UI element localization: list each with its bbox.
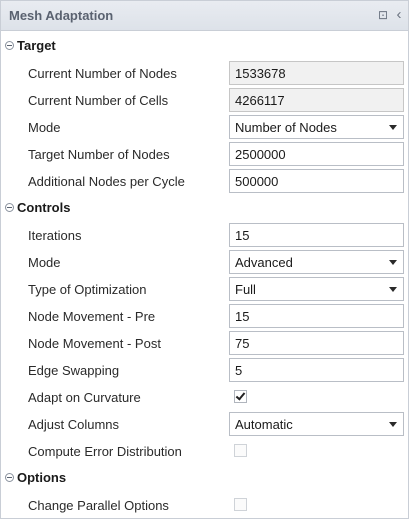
section-label: Controls <box>17 200 71 215</box>
dropdown-arrow-icon[interactable] <box>389 125 397 130</box>
row-additional-nodes: Additional Nodes per Cycle 500000 <box>1 168 408 195</box>
row-target-mode: Mode Number of Nodes <box>1 114 408 141</box>
row-node-movement-pre: Node Movement - Pre 15 <box>1 303 408 330</box>
field-label: Adjust Columns <box>28 417 120 432</box>
field-label: Node Movement - Post <box>28 336 161 351</box>
node-movement-pre-input[interactable]: 15 <box>229 304 404 328</box>
compute-error-checkbox[interactable] <box>234 444 247 457</box>
select-value: Advanced <box>235 255 293 270</box>
mesh-adaptation-panel: Mesh Adaptation ⊡ ‹ Target Current Numbe… <box>0 0 409 519</box>
row-current-cells: Current Number of Cells 4266117 <box>1 87 408 114</box>
field-label: Target Number of Nodes <box>28 147 170 162</box>
field-label: Iterations <box>28 228 82 243</box>
dropdown-arrow-icon[interactable] <box>389 260 397 265</box>
field-label: Mode <box>28 120 61 135</box>
adapt-curvature-checkbox[interactable] <box>234 390 247 403</box>
current-nodes-field: 1533678 <box>229 61 404 85</box>
row-edge-swapping: Edge Swapping 5 <box>1 357 408 384</box>
chevron-left-icon[interactable]: ‹ <box>392 7 406 22</box>
section-target[interactable]: Target <box>1 34 408 58</box>
field-label: Current Number of Nodes <box>28 66 177 81</box>
row-target-nodes: Target Number of Nodes 2500000 <box>1 141 408 168</box>
additional-nodes-input[interactable]: 500000 <box>229 169 404 193</box>
collapse-minus-icon[interactable] <box>5 203 14 212</box>
pin-icon[interactable]: ⊡ <box>376 8 390 22</box>
select-value: Automatic <box>235 417 293 432</box>
dropdown-arrow-icon[interactable] <box>389 422 397 427</box>
optimization-select[interactable]: Full <box>229 277 404 301</box>
panel-titlebar: Mesh Adaptation ⊡ ‹ <box>1 1 408 31</box>
field-label: Change Parallel Options <box>28 498 169 513</box>
section-options[interactable]: Options <box>1 466 408 490</box>
row-current-nodes: Current Number of Nodes 1533678 <box>1 60 408 87</box>
collapse-minus-icon[interactable] <box>5 41 14 50</box>
target-mode-select[interactable]: Number of Nodes <box>229 115 404 139</box>
controls-mode-select[interactable]: Advanced <box>229 250 404 274</box>
field-label: Additional Nodes per Cycle <box>28 174 185 189</box>
row-adjust-columns: Adjust Columns Automatic <box>1 411 408 438</box>
section-label: Target <box>17 38 56 53</box>
row-controls-mode: Mode Advanced <box>1 249 408 276</box>
parallel-options-checkbox[interactable] <box>234 498 247 511</box>
edge-swapping-input[interactable]: 5 <box>229 358 404 382</box>
field-label: Type of Optimization <box>28 282 147 297</box>
field-label: Edge Swapping <box>28 363 120 378</box>
collapse-minus-icon[interactable] <box>5 473 14 482</box>
field-label: Node Movement - Pre <box>28 309 156 324</box>
row-node-movement-post: Node Movement - Post 75 <box>1 330 408 357</box>
node-movement-post-input[interactable]: 75 <box>229 331 404 355</box>
current-cells-field: 4266117 <box>229 88 404 112</box>
field-label: Current Number of Cells <box>28 93 169 108</box>
iterations-input[interactable]: 15 <box>229 223 404 247</box>
dropdown-arrow-icon[interactable] <box>389 287 397 292</box>
field-label: Adapt on Curvature <box>28 390 141 405</box>
row-optimization: Type of Optimization Full <box>1 276 408 303</box>
checkmark-icon <box>235 390 246 401</box>
target-nodes-input[interactable]: 2500000 <box>229 142 404 166</box>
field-label: Mode <box>28 255 61 270</box>
panel-title: Mesh Adaptation <box>9 8 114 23</box>
section-controls[interactable]: Controls <box>1 196 408 220</box>
row-adapt-curvature: Adapt on Curvature <box>1 384 408 411</box>
section-label: Options <box>17 470 67 485</box>
field-label: Compute Error Distribution <box>28 444 182 459</box>
row-compute-error: Compute Error Distribution <box>1 438 408 465</box>
select-value: Full <box>235 282 256 297</box>
adjust-columns-select[interactable]: Automatic <box>229 412 404 436</box>
row-iterations: Iterations 15 <box>1 222 408 249</box>
select-value: Number of Nodes <box>235 120 337 135</box>
row-parallel-options: Change Parallel Options <box>1 492 408 519</box>
